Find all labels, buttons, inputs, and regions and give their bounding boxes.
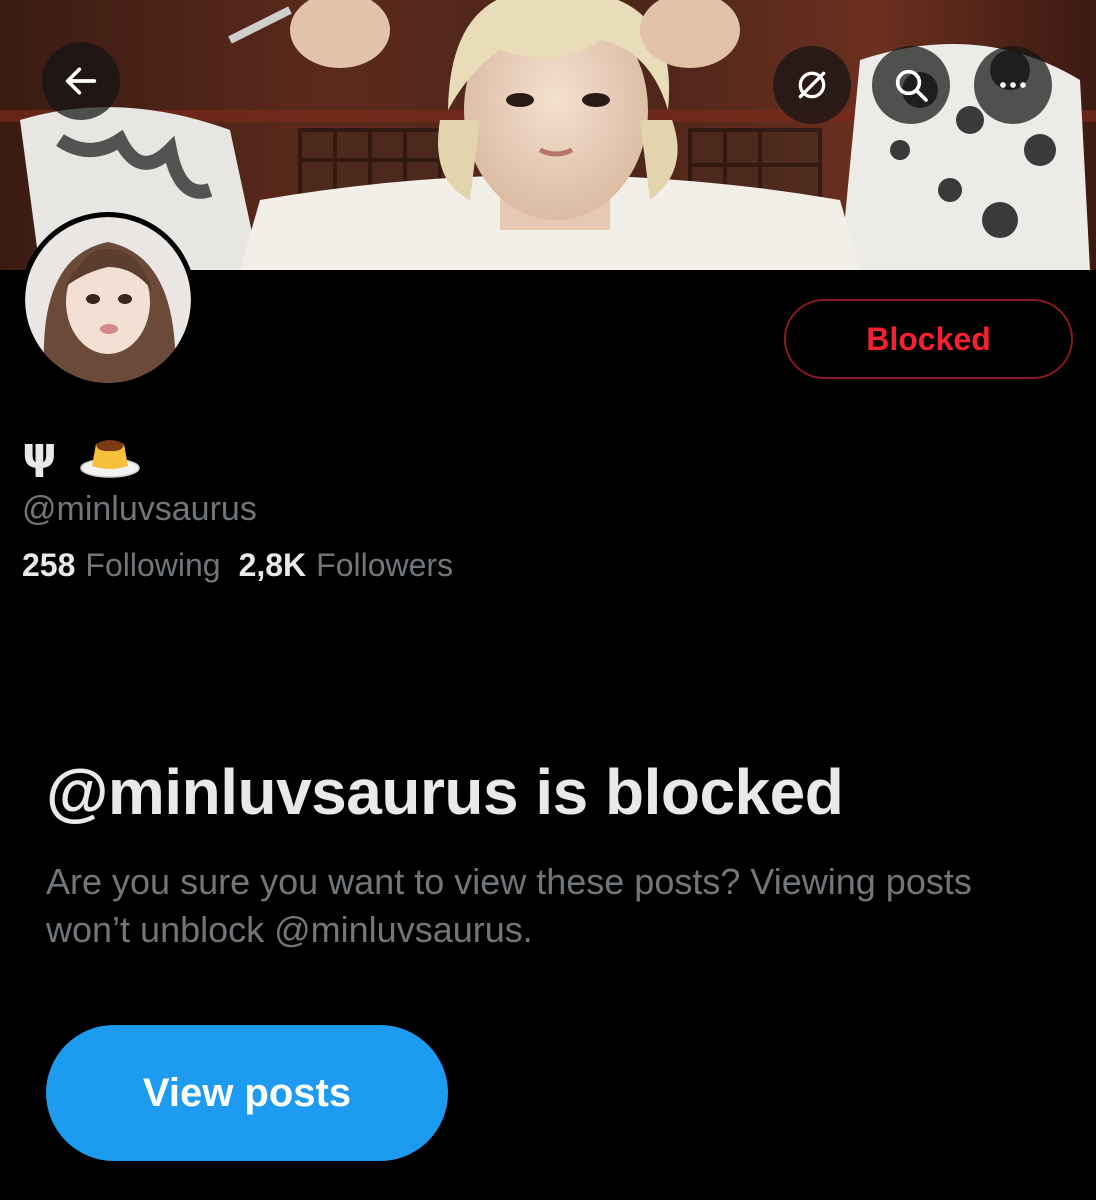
following-count: 258 — [22, 547, 76, 583]
profile-stats: 258 Following 2,8K Followers — [22, 547, 453, 584]
search-icon — [895, 69, 928, 102]
view-posts-label: View posts — [142, 1070, 352, 1115]
display-name: ψ — [22, 427, 141, 479]
followers-count: 2,8K — [238, 547, 307, 583]
pudding-icon — [80, 440, 140, 478]
profile-banner[interactable] — [0, 0, 1096, 270]
followers-link[interactable]: 2,8K Followers — [239, 547, 454, 584]
followers-label: Followers — [316, 547, 454, 583]
following-label: Following — [85, 547, 221, 583]
avatar[interactable] — [20, 212, 196, 388]
blocked-notice-title: @minluvsaurus is blocked — [46, 756, 844, 828]
banner-image — [0, 0, 1096, 270]
avatar-image — [25, 217, 191, 383]
more-button[interactable] — [974, 46, 1052, 124]
blocked-notice-description: Are you sure you want to view these post… — [46, 861, 972, 950]
blocked-button[interactable]: Blocked — [784, 299, 1073, 379]
display-name-symbol: ψ — [22, 427, 57, 479]
slashed-circle-icon — [798, 71, 826, 99]
grok-button[interactable] — [773, 46, 851, 124]
view-posts-button[interactable]: View posts — [46, 1025, 448, 1161]
more-horizontal-icon — [1000, 82, 1026, 88]
search-button[interactable] — [872, 46, 950, 124]
profile-handle: @minluvsaurus — [22, 490, 257, 528]
arrow-left-icon — [65, 67, 97, 95]
following-link[interactable]: 258 Following — [22, 547, 221, 584]
back-button[interactable] — [42, 42, 120, 120]
blocked-button-label: Blocked — [866, 320, 991, 357]
